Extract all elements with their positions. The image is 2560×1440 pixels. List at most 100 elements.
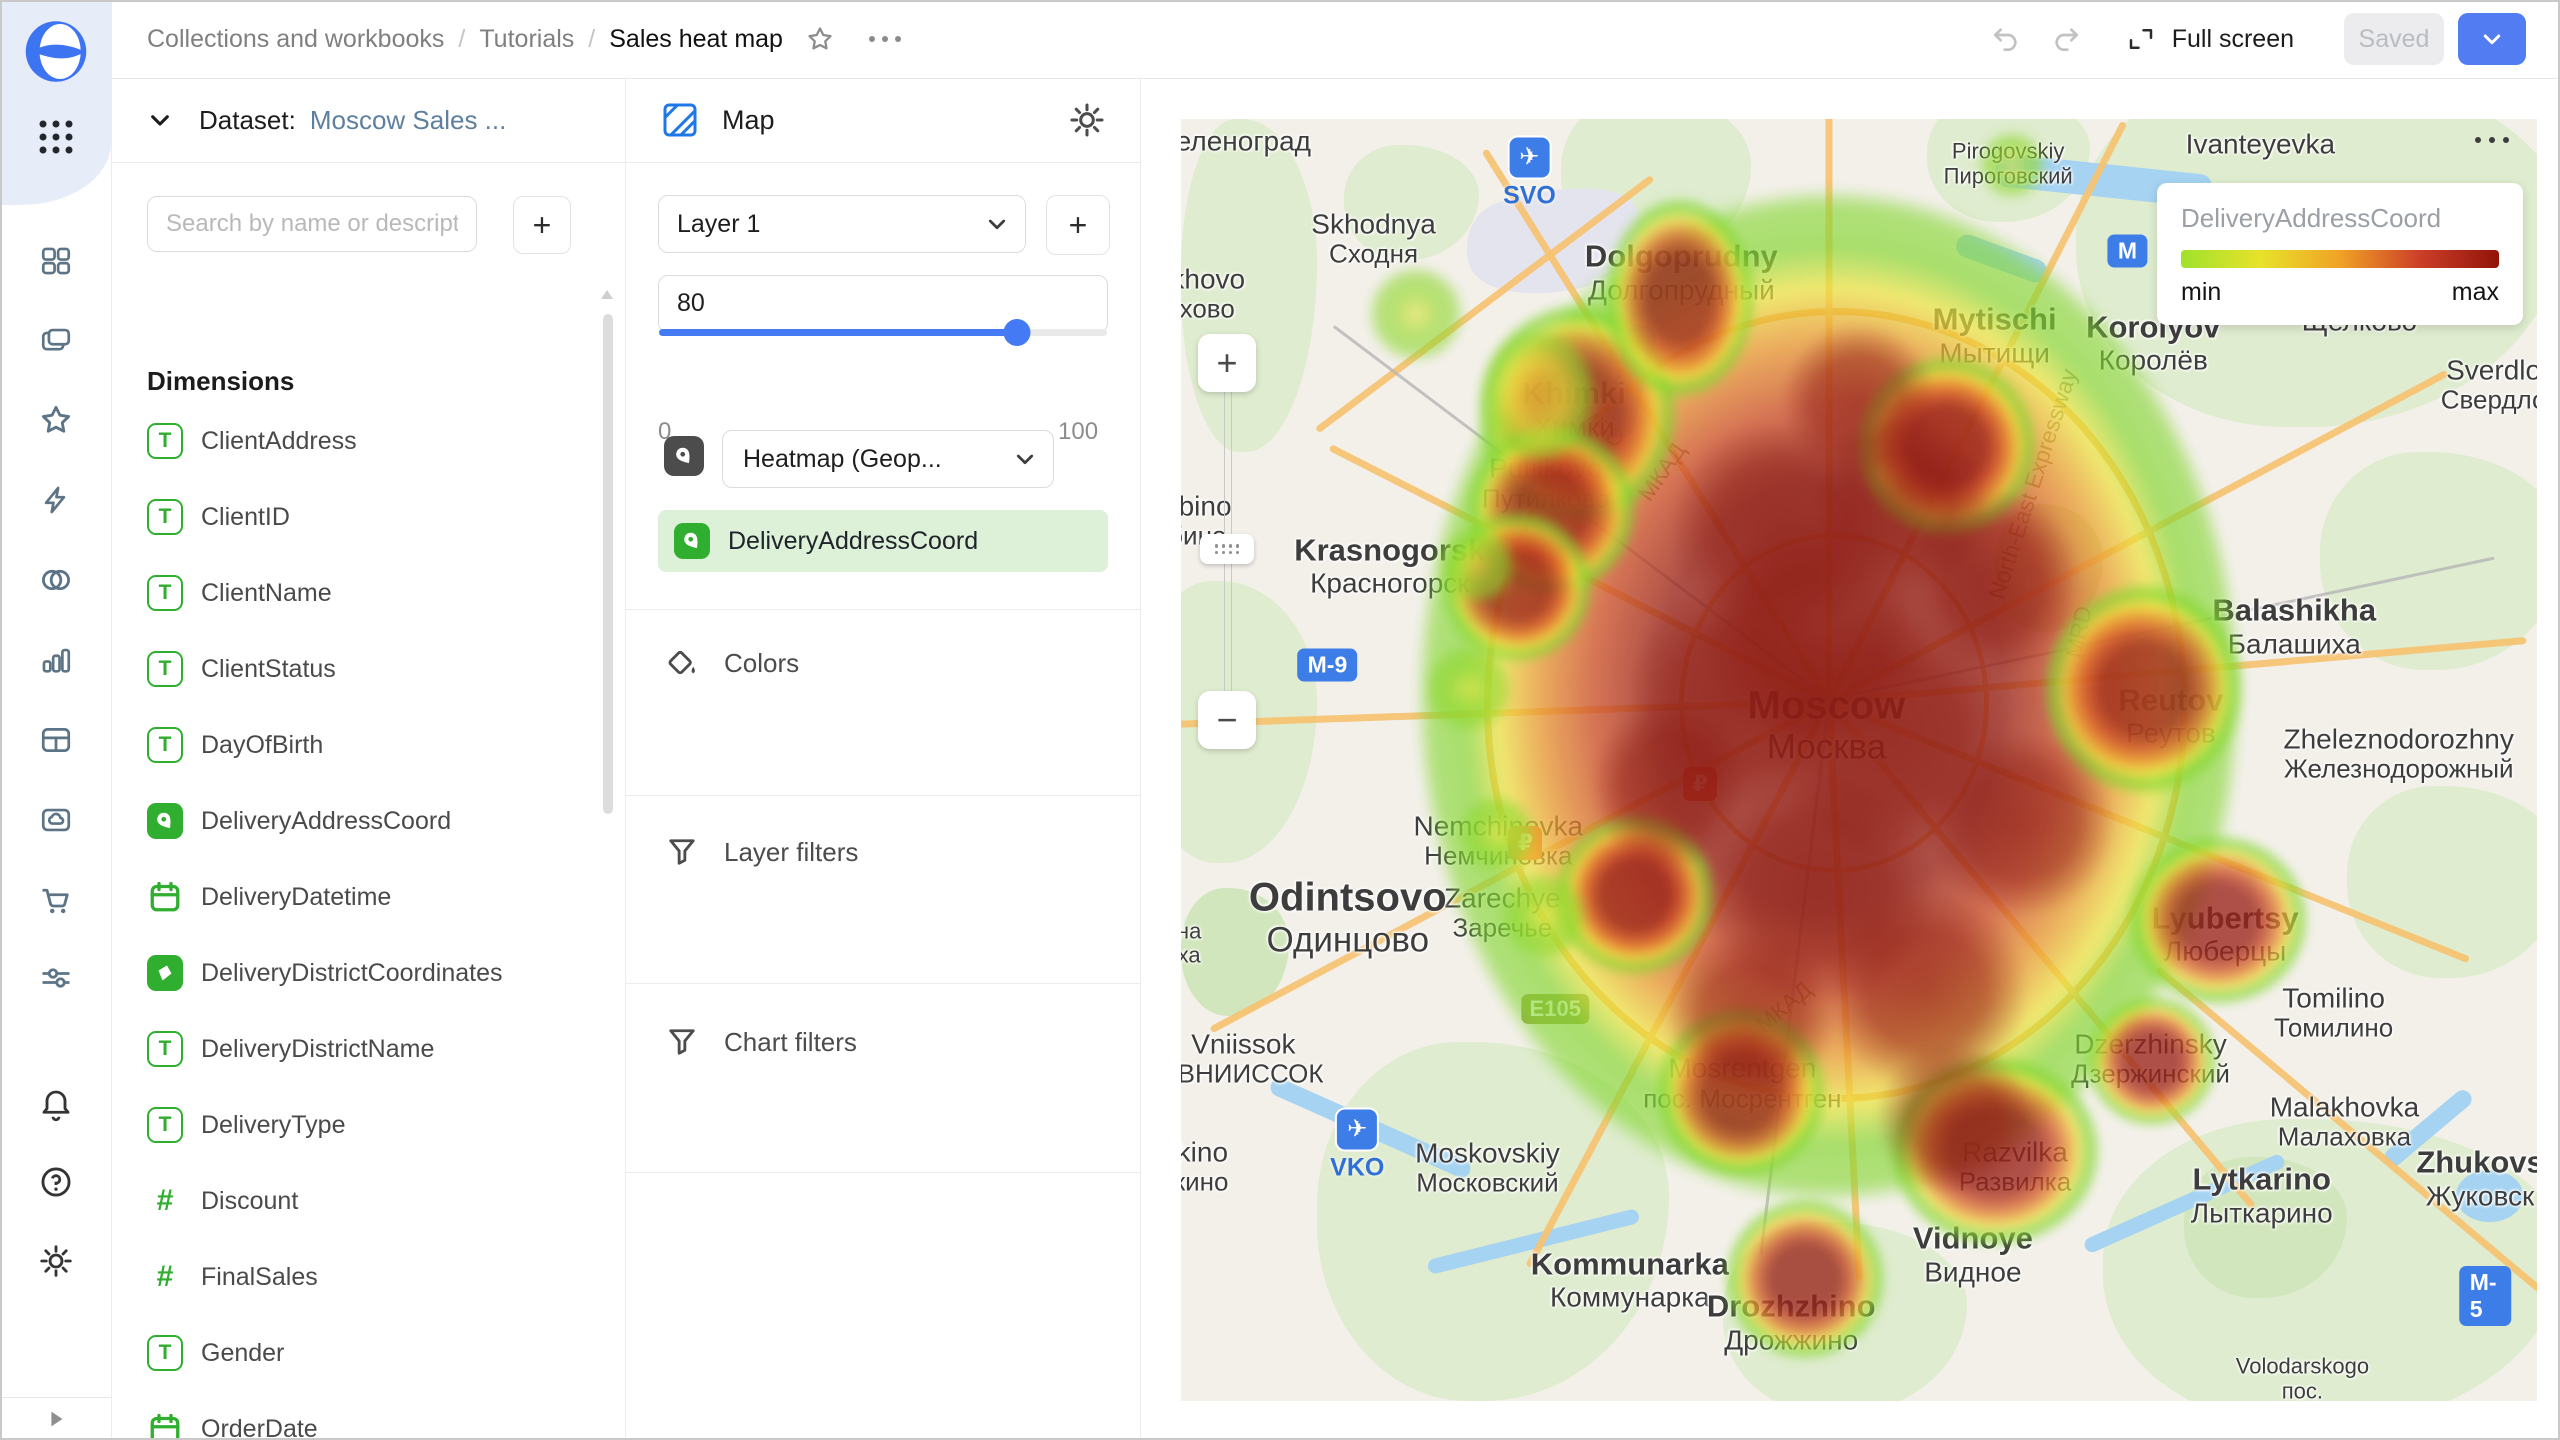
fullscreen-icon[interactable] xyxy=(2126,24,2156,54)
chart-type-header: Map xyxy=(626,78,1140,163)
marketplace-icon[interactable] xyxy=(38,882,74,918)
map-canvas[interactable]: МКАДМКАДMRDNorth-East ExpresswayMRD елен… xyxy=(1181,119,2537,1401)
more-menu-icon[interactable] xyxy=(869,36,901,42)
opacity-value: 80 xyxy=(677,289,705,318)
map-city-label: hkinoукино xyxy=(1181,1136,1228,1196)
scroll-up-arrow[interactable] xyxy=(601,290,613,299)
notifications-icon[interactable] xyxy=(38,1086,74,1122)
connections-icon[interactable] xyxy=(38,562,74,598)
map-road-badge: M-5 xyxy=(2460,1266,2512,1326)
text-field-icon: T xyxy=(147,1031,183,1067)
search-input[interactable] xyxy=(147,196,477,252)
chart-type-label: Map xyxy=(722,105,775,136)
dimension-field-row[interactable]: TGender xyxy=(111,1315,591,1391)
help-icon[interactable] xyxy=(38,1164,74,1200)
dimension-field-row[interactable]: TDayOfBirth xyxy=(111,707,591,783)
dimension-field-label: ClientStatus xyxy=(201,655,336,684)
geopoint-icon xyxy=(664,436,704,476)
redo-icon[interactable] xyxy=(2050,23,2082,55)
dimension-field-row[interactable]: #FinalSales xyxy=(111,1239,591,1315)
charts-icon[interactable] xyxy=(39,643,73,677)
map-city-label: Volodarskogoпос. xyxy=(2236,1355,2369,1401)
dataset-name-link[interactable]: Moscow Sales ... xyxy=(310,105,507,136)
saved-button[interactable]: Saved xyxy=(2344,13,2444,65)
services-icon[interactable] xyxy=(38,960,74,996)
dimension-field-row[interactable]: TDeliveryType xyxy=(111,1087,591,1163)
map-city-label: ZhukovsЖуковск xyxy=(2416,1146,2537,1212)
opacity-max-label: 100 xyxy=(1058,418,1098,446)
dataset-header[interactable]: Dataset: Moscow Sales ... xyxy=(111,78,625,163)
dimension-field-label: DeliveryDistrictName xyxy=(201,1035,434,1064)
chevron-down-icon xyxy=(1013,447,1037,471)
favorites-icon[interactable] xyxy=(38,402,74,438)
quick-actions-icon[interactable] xyxy=(39,483,73,517)
fullscreen-label[interactable]: Full screen xyxy=(2172,25,2294,54)
tables-icon[interactable] xyxy=(39,723,73,757)
colors-label: Colors xyxy=(724,648,799,679)
map-chart-icon[interactable] xyxy=(660,100,700,140)
dimension-field-label: OrderDate xyxy=(201,1415,318,1440)
save-dropdown-button[interactable] xyxy=(2458,13,2526,65)
expand-rail-icon[interactable] xyxy=(45,1408,67,1430)
map-city-label: SkhodnyaСходня xyxy=(1311,208,1436,268)
left-rail xyxy=(0,0,112,1440)
dimension-field-row[interactable]: TClientName xyxy=(111,555,591,631)
map-city-label: DrozhzhinoДрожжино xyxy=(1707,1290,1876,1356)
add-layer-button[interactable]: + xyxy=(1046,195,1110,255)
dimension-field-row[interactable]: DeliveryDistrictCoordinates xyxy=(111,935,591,1011)
breadcrumb-item[interactable]: Sales heat map xyxy=(609,25,783,54)
opacity-slider-thumb[interactable] xyxy=(1004,319,1031,346)
map-city-label: LytkarinoЛыткарино xyxy=(2191,1163,2333,1229)
layer-select[interactable]: Layer 1 xyxy=(658,195,1026,253)
chart-settings-gear-icon[interactable] xyxy=(1068,101,1106,139)
geotype-select[interactable]: Heatmap (Geop... xyxy=(722,430,1054,488)
apps-grid-icon[interactable] xyxy=(39,121,72,154)
add-field-button[interactable]: + xyxy=(513,196,571,254)
opacity-control[interactable]: 80 xyxy=(658,275,1108,333)
geofield-pill[interactable]: DeliveryAddressCoord xyxy=(658,510,1108,572)
map-city-label: KrasnogorskКрасногорск xyxy=(1294,533,1485,599)
chevron-down-icon xyxy=(985,212,1009,236)
number-field-icon: # xyxy=(147,1259,183,1295)
collections-icon[interactable] xyxy=(39,323,73,357)
legend-title: DeliveryAddressCoord xyxy=(2181,203,2499,234)
chart-filters-section[interactable]: Chart filters xyxy=(626,1010,1140,1074)
favorite-star-icon[interactable] xyxy=(805,24,835,54)
dimension-field-row[interactable]: DeliveryDatetime xyxy=(111,859,591,935)
date-field-icon xyxy=(147,879,183,915)
zoom-in-button[interactable]: + xyxy=(1198,334,1256,392)
zoom-slider-track[interactable] xyxy=(1224,363,1232,693)
storage-icon[interactable] xyxy=(39,803,73,837)
dashboards-icon[interactable] xyxy=(39,244,73,278)
funnel-icon xyxy=(664,1024,700,1060)
layer-filters-section[interactable]: Layer filters xyxy=(626,820,1140,884)
dimension-field-row[interactable]: DeliveryAddressCoord xyxy=(111,783,591,859)
breadcrumb-separator: / xyxy=(458,25,465,54)
zoom-slider-handle[interactable] xyxy=(1200,534,1254,564)
chevron-down-icon[interactable] xyxy=(147,107,173,133)
heatmap-legend: DeliveryAddressCoord min max xyxy=(2157,183,2523,325)
datalens-logo-icon[interactable] xyxy=(23,19,89,90)
dimension-field-row[interactable]: TClientStatus xyxy=(111,631,591,707)
map-more-menu-icon[interactable] xyxy=(2475,137,2509,143)
dimension-field-row[interactable]: OrderDate xyxy=(111,1391,591,1440)
dimension-field-row[interactable]: TClientID xyxy=(111,479,591,555)
breadcrumb-item[interactable]: Collections and workbooks xyxy=(147,25,444,54)
undo-icon[interactable] xyxy=(1990,23,2022,55)
zoom-out-button[interactable]: − xyxy=(1198,691,1256,749)
map-city-label: PutilkovoПутилково xyxy=(1482,453,1609,513)
colors-section[interactable]: Colors xyxy=(626,631,1140,695)
fields-scrollbar[interactable] xyxy=(603,314,613,814)
airport-marker: ✈SVO xyxy=(1503,135,1556,210)
map-road-badge: E105 xyxy=(1522,994,1589,1024)
dimension-field-row[interactable]: TClientAddress xyxy=(111,403,591,479)
text-field-icon: T xyxy=(147,499,183,535)
dimension-field-row[interactable]: #Discount xyxy=(111,1163,591,1239)
geopoint-icon xyxy=(674,523,710,559)
dimension-field-label: DayOfBirth xyxy=(201,731,323,760)
settings-icon[interactable] xyxy=(38,1243,74,1279)
map-city-label: Ivanteyevka xyxy=(2186,128,2335,159)
dimension-field-row[interactable]: T DeliveryDistrictName xyxy=(111,1011,591,1087)
breadcrumb-item[interactable]: Tutorials xyxy=(479,25,574,54)
map-city-label: DolgoprudnyДолгопрудный xyxy=(1585,240,1778,306)
